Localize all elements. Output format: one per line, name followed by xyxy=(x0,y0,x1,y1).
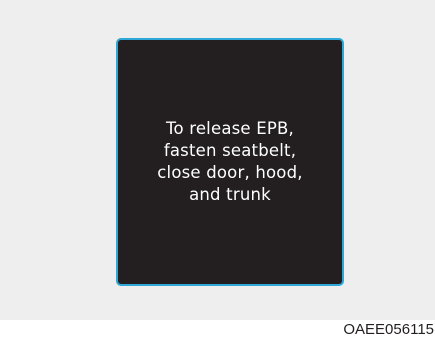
message-line: To release EPB, xyxy=(166,119,294,138)
epb-warning-message: To release EPB, fasten seatbelt, close d… xyxy=(145,118,314,206)
cluster-display-screen: To release EPB, fasten seatbelt, close d… xyxy=(116,38,344,286)
figure-background-panel: To release EPB, fasten seatbelt, close d… xyxy=(0,0,435,320)
message-line: and trunk xyxy=(189,185,271,204)
figure-code: OAEE056115 xyxy=(343,321,434,338)
message-line: fasten seatbelt, xyxy=(163,141,297,160)
message-line: close door, hood, xyxy=(157,163,303,182)
